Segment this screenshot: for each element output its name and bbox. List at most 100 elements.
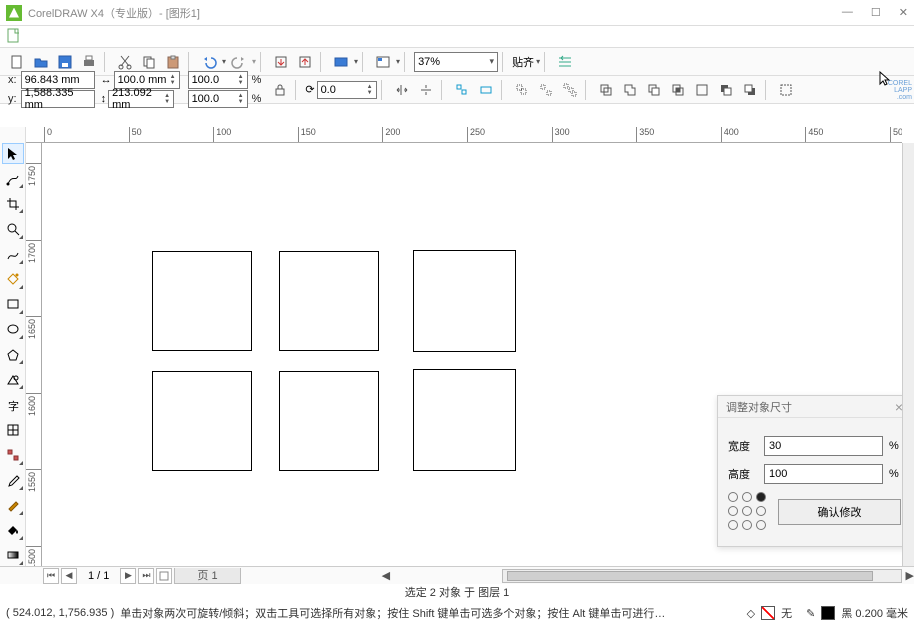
front-minus-back-button[interactable] (715, 79, 737, 101)
text-tool[interactable]: 字 (2, 394, 24, 415)
first-page-button[interactable]: ⏮ (43, 568, 59, 584)
rectangle-object[interactable] (279, 371, 379, 471)
status-bar: ( 524.012, 1,756.935 ) 单击对象两次可旋转/倾斜；双击工具… (0, 603, 914, 623)
zoom-select[interactable]: 37% ▾ (414, 52, 498, 72)
lock-ratio-button[interactable] (269, 79, 291, 101)
table-tool[interactable] (2, 419, 24, 440)
redo-dropdown-icon[interactable]: ▾ (252, 57, 256, 66)
ellipse-tool[interactable] (2, 319, 24, 340)
vertical-ruler[interactable]: 175017001650160015501500 (26, 143, 42, 566)
horizontal-ruler[interactable]: 050100150200250300350400450500 (26, 127, 902, 143)
mirror-h-button[interactable] (391, 79, 413, 101)
dimension-tool[interactable] (2, 444, 24, 465)
options-button[interactable] (554, 51, 576, 73)
new-button[interactable] (6, 51, 28, 73)
toolbox: 字 (0, 127, 26, 566)
horizontal-scrollbar[interactable] (502, 569, 902, 583)
save-button[interactable] (54, 51, 76, 73)
dialog-height-percent: % (889, 468, 901, 480)
dialog-close-button[interactable]: × (895, 399, 902, 415)
crop-tool[interactable] (2, 193, 24, 214)
scroll-left-button[interactable]: ◀ (382, 569, 390, 582)
drawing-canvas[interactable]: 调整对象尺寸 × 宽度 30 % 高度 100 % 确认修改 (42, 143, 902, 566)
combine-button[interactable] (595, 79, 617, 101)
window-minimize-button[interactable]: — (842, 6, 853, 19)
group-button[interactable] (511, 79, 533, 101)
paste-button[interactable] (162, 51, 184, 73)
prev-page-button[interactable]: ◀ (61, 568, 77, 584)
app-launcher-button[interactable] (330, 51, 352, 73)
intersect-button[interactable] (667, 79, 689, 101)
align-button-1[interactable] (451, 79, 473, 101)
window-close-button[interactable]: ✕ (899, 6, 908, 19)
copy-button[interactable] (138, 51, 160, 73)
freehand-tool[interactable] (2, 244, 24, 265)
snap-dropdown-icon[interactable]: ▾ (536, 57, 540, 66)
cut-button[interactable] (114, 51, 136, 73)
mirror-v-button[interactable] (415, 79, 437, 101)
dialog-height-input[interactable]: 100 (764, 464, 883, 484)
simplify-button[interactable] (691, 79, 713, 101)
percent-label-2: % (250, 93, 264, 105)
rectangle-object[interactable] (279, 251, 379, 351)
page-tab[interactable]: 页 1 (174, 568, 240, 584)
outline-tool-icon[interactable]: ✎ (806, 607, 815, 620)
rectangle-object[interactable] (413, 369, 516, 471)
fill-tool[interactable] (2, 520, 24, 541)
y-position-field[interactable]: 1,588.335 mm (21, 90, 95, 108)
fill-swatch[interactable] (761, 606, 775, 620)
page-range: 1 / 1 (78, 570, 119, 582)
weld-button[interactable] (619, 79, 641, 101)
scroll-right-button[interactable]: ▶ (906, 569, 914, 582)
back-minus-front-button[interactable] (739, 79, 761, 101)
ungroup-all-button[interactable] (559, 79, 581, 101)
smart-fill-tool[interactable] (2, 269, 24, 290)
import-button[interactable] (270, 51, 292, 73)
boundary-button[interactable] (775, 79, 797, 101)
rectangle-object[interactable] (152, 251, 252, 351)
welcome-dropdown-icon[interactable]: ▾ (396, 57, 400, 66)
undo-dropdown-icon[interactable]: ▾ (222, 57, 226, 66)
interactive-fill-tool[interactable] (2, 545, 24, 566)
dialog-width-input[interactable]: 30 (764, 436, 883, 456)
vertical-scrollbar[interactable] (902, 143, 914, 566)
document-icon[interactable] (6, 28, 22, 44)
outline-tool[interactable] (2, 495, 24, 516)
snap-label[interactable]: 贴齐 (512, 54, 534, 70)
last-page-button[interactable]: ⏭ (138, 568, 154, 584)
polygon-tool[interactable] (2, 344, 24, 365)
confirm-button[interactable]: 确认修改 (778, 499, 901, 525)
anchor-selector[interactable] (728, 492, 768, 532)
undo-button[interactable] (198, 51, 220, 73)
redo-button[interactable] (228, 51, 250, 73)
scale-x-field[interactable]: 100.0▲▼ (188, 71, 248, 89)
open-button[interactable] (30, 51, 52, 73)
rectangle-tool[interactable] (2, 294, 24, 315)
app-launcher-dropdown-icon[interactable]: ▾ (354, 57, 358, 66)
pick-tool[interactable] (2, 143, 24, 164)
svg-text:字: 字 (8, 399, 19, 412)
dialog-width-percent: % (889, 440, 901, 452)
welcome-button[interactable] (372, 51, 394, 73)
align-button-2[interactable] (475, 79, 497, 101)
rectangle-object[interactable] (152, 371, 252, 471)
zoom-tool[interactable] (2, 218, 24, 239)
next-page-button[interactable]: ▶ (120, 568, 136, 584)
object-height-field[interactable]: 213.092 mm▲▼ (108, 90, 174, 108)
print-button[interactable] (78, 51, 100, 73)
document-menubar (0, 26, 914, 48)
basic-shapes-tool[interactable] (2, 369, 24, 390)
shape-tool[interactable] (2, 168, 24, 189)
scale-y-field[interactable]: 100.0▲▼ (188, 90, 248, 108)
ungroup-button[interactable] (535, 79, 557, 101)
cursor-coords: ( 524.012, 1,756.935 ) (6, 607, 114, 619)
outline-swatch[interactable] (821, 606, 835, 620)
fill-tool-icon[interactable]: ◇ (747, 607, 755, 620)
window-maximize-button[interactable]: ☐ (871, 6, 881, 19)
rectangle-object[interactable] (413, 250, 516, 352)
trim-button[interactable] (643, 79, 665, 101)
add-page-button[interactable] (156, 568, 172, 584)
rotation-field[interactable]: 0.0▲▼ (317, 81, 377, 99)
export-button[interactable] (294, 51, 316, 73)
eyedropper-tool[interactable] (2, 470, 24, 491)
